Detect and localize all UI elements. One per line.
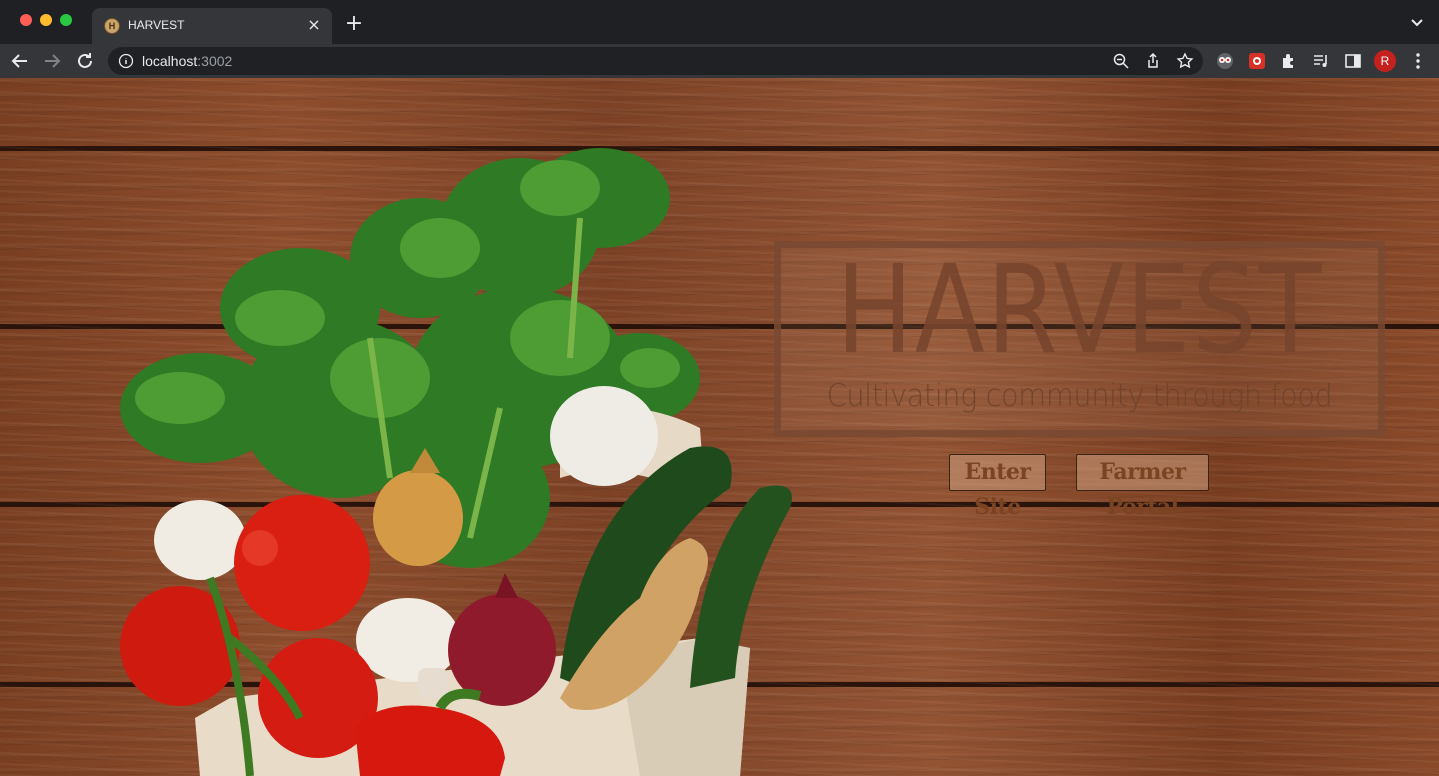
more-menu-icon[interactable] [1408, 51, 1428, 71]
page-subtitle: Cultivating community through food [826, 378, 1333, 414]
url-host: localhost [142, 53, 198, 69]
harvest-favicon-icon: H [104, 18, 120, 34]
tab-title: HARVEST [128, 18, 185, 32]
zoom-window-button[interactable] [60, 14, 72, 26]
extension-owl-icon[interactable] [1215, 51, 1235, 71]
forward-arrow-icon[interactable] [40, 49, 64, 73]
enter-site-button[interactable]: Enter Site [949, 454, 1046, 520]
bookmark-star-icon[interactable] [1176, 52, 1194, 70]
reload-icon[interactable] [73, 49, 97, 73]
back-arrow-icon[interactable] [8, 49, 32, 73]
farmer-portal-button[interactable]: Farmer Portal [1076, 454, 1209, 520]
tab-close-icon[interactable]: × [304, 15, 324, 35]
page-title: HARVEST [835, 239, 1324, 381]
share-icon[interactable] [1144, 52, 1162, 70]
close-window-button[interactable] [20, 14, 32, 26]
address-url: localhost:3002 [142, 53, 232, 69]
new-tab-button[interactable]: + [343, 13, 365, 35]
vegetable-bag-image [120, 148, 792, 776]
browser-toolbar: localhost:3002 R [0, 44, 1439, 78]
zoom-icon[interactable] [1112, 52, 1130, 70]
hero-title-box: HARVEST Cultivating community through fo… [774, 239, 1385, 437]
browser-tab[interactable]: H HARVEST × [92, 8, 332, 44]
profile-avatar[interactable]: R [1374, 50, 1396, 72]
extensions-puzzle-icon[interactable] [1279, 51, 1299, 71]
side-panel-icon[interactable] [1343, 51, 1363, 71]
page-viewport: HARVEST Cultivating community through fo… [0, 78, 1439, 776]
address-bar[interactable]: localhost:3002 [108, 47, 1203, 75]
extension-red-icon[interactable] [1247, 51, 1267, 71]
media-control-icon[interactable] [1311, 51, 1331, 71]
url-port: :3002 [197, 53, 233, 69]
browser-title-bar: H HARVEST × + [0, 0, 1439, 44]
minimize-window-button[interactable] [40, 14, 52, 26]
site-info-icon[interactable] [118, 53, 134, 69]
tab-search-chevron-icon[interactable] [1409, 14, 1425, 30]
